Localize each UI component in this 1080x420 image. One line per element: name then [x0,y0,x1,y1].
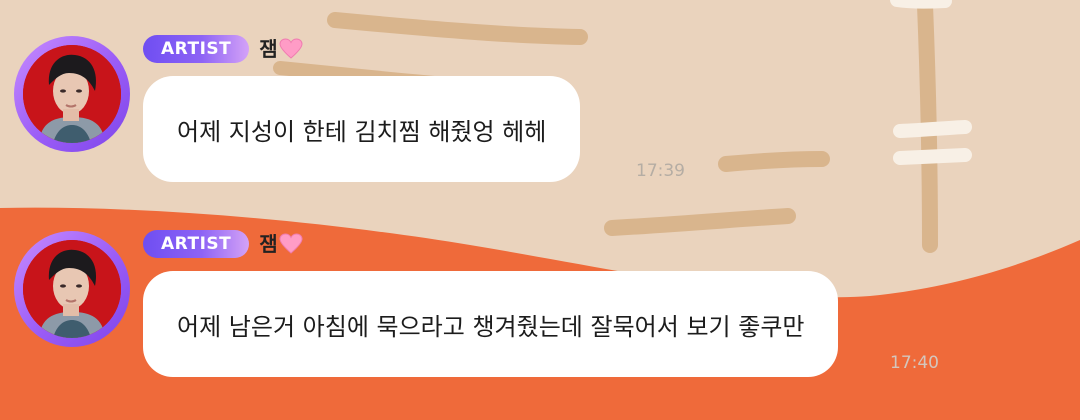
sender-row: ARTIST 잼 [143,34,303,64]
sender-name: 잼 [259,232,278,256]
avatar-photo [23,45,121,143]
artist-badge: ARTIST [143,35,250,63]
sender-name: 잼 [259,37,278,61]
avatar-photo [23,240,121,338]
pink-heart-icon [279,233,303,255]
message-bubble[interactable]: 어제 지성이 한테 김치찜 해줬엉 헤헤 [143,76,581,182]
artist-avatar[interactable] [14,36,130,152]
message-timestamp: 17:39 [636,161,685,181]
artist-avatar[interactable] [14,231,130,347]
pink-heart-icon [279,38,303,60]
artist-badge: ARTIST [143,230,250,258]
message-timestamp: 17:40 [890,353,939,373]
sender-row: ARTIST 잼 [143,229,303,259]
message-bubble[interactable]: 어제 남은거 아침에 묵으라고 챙겨줬는데 잘묵어서 보기 좋쿠만 [143,271,839,377]
